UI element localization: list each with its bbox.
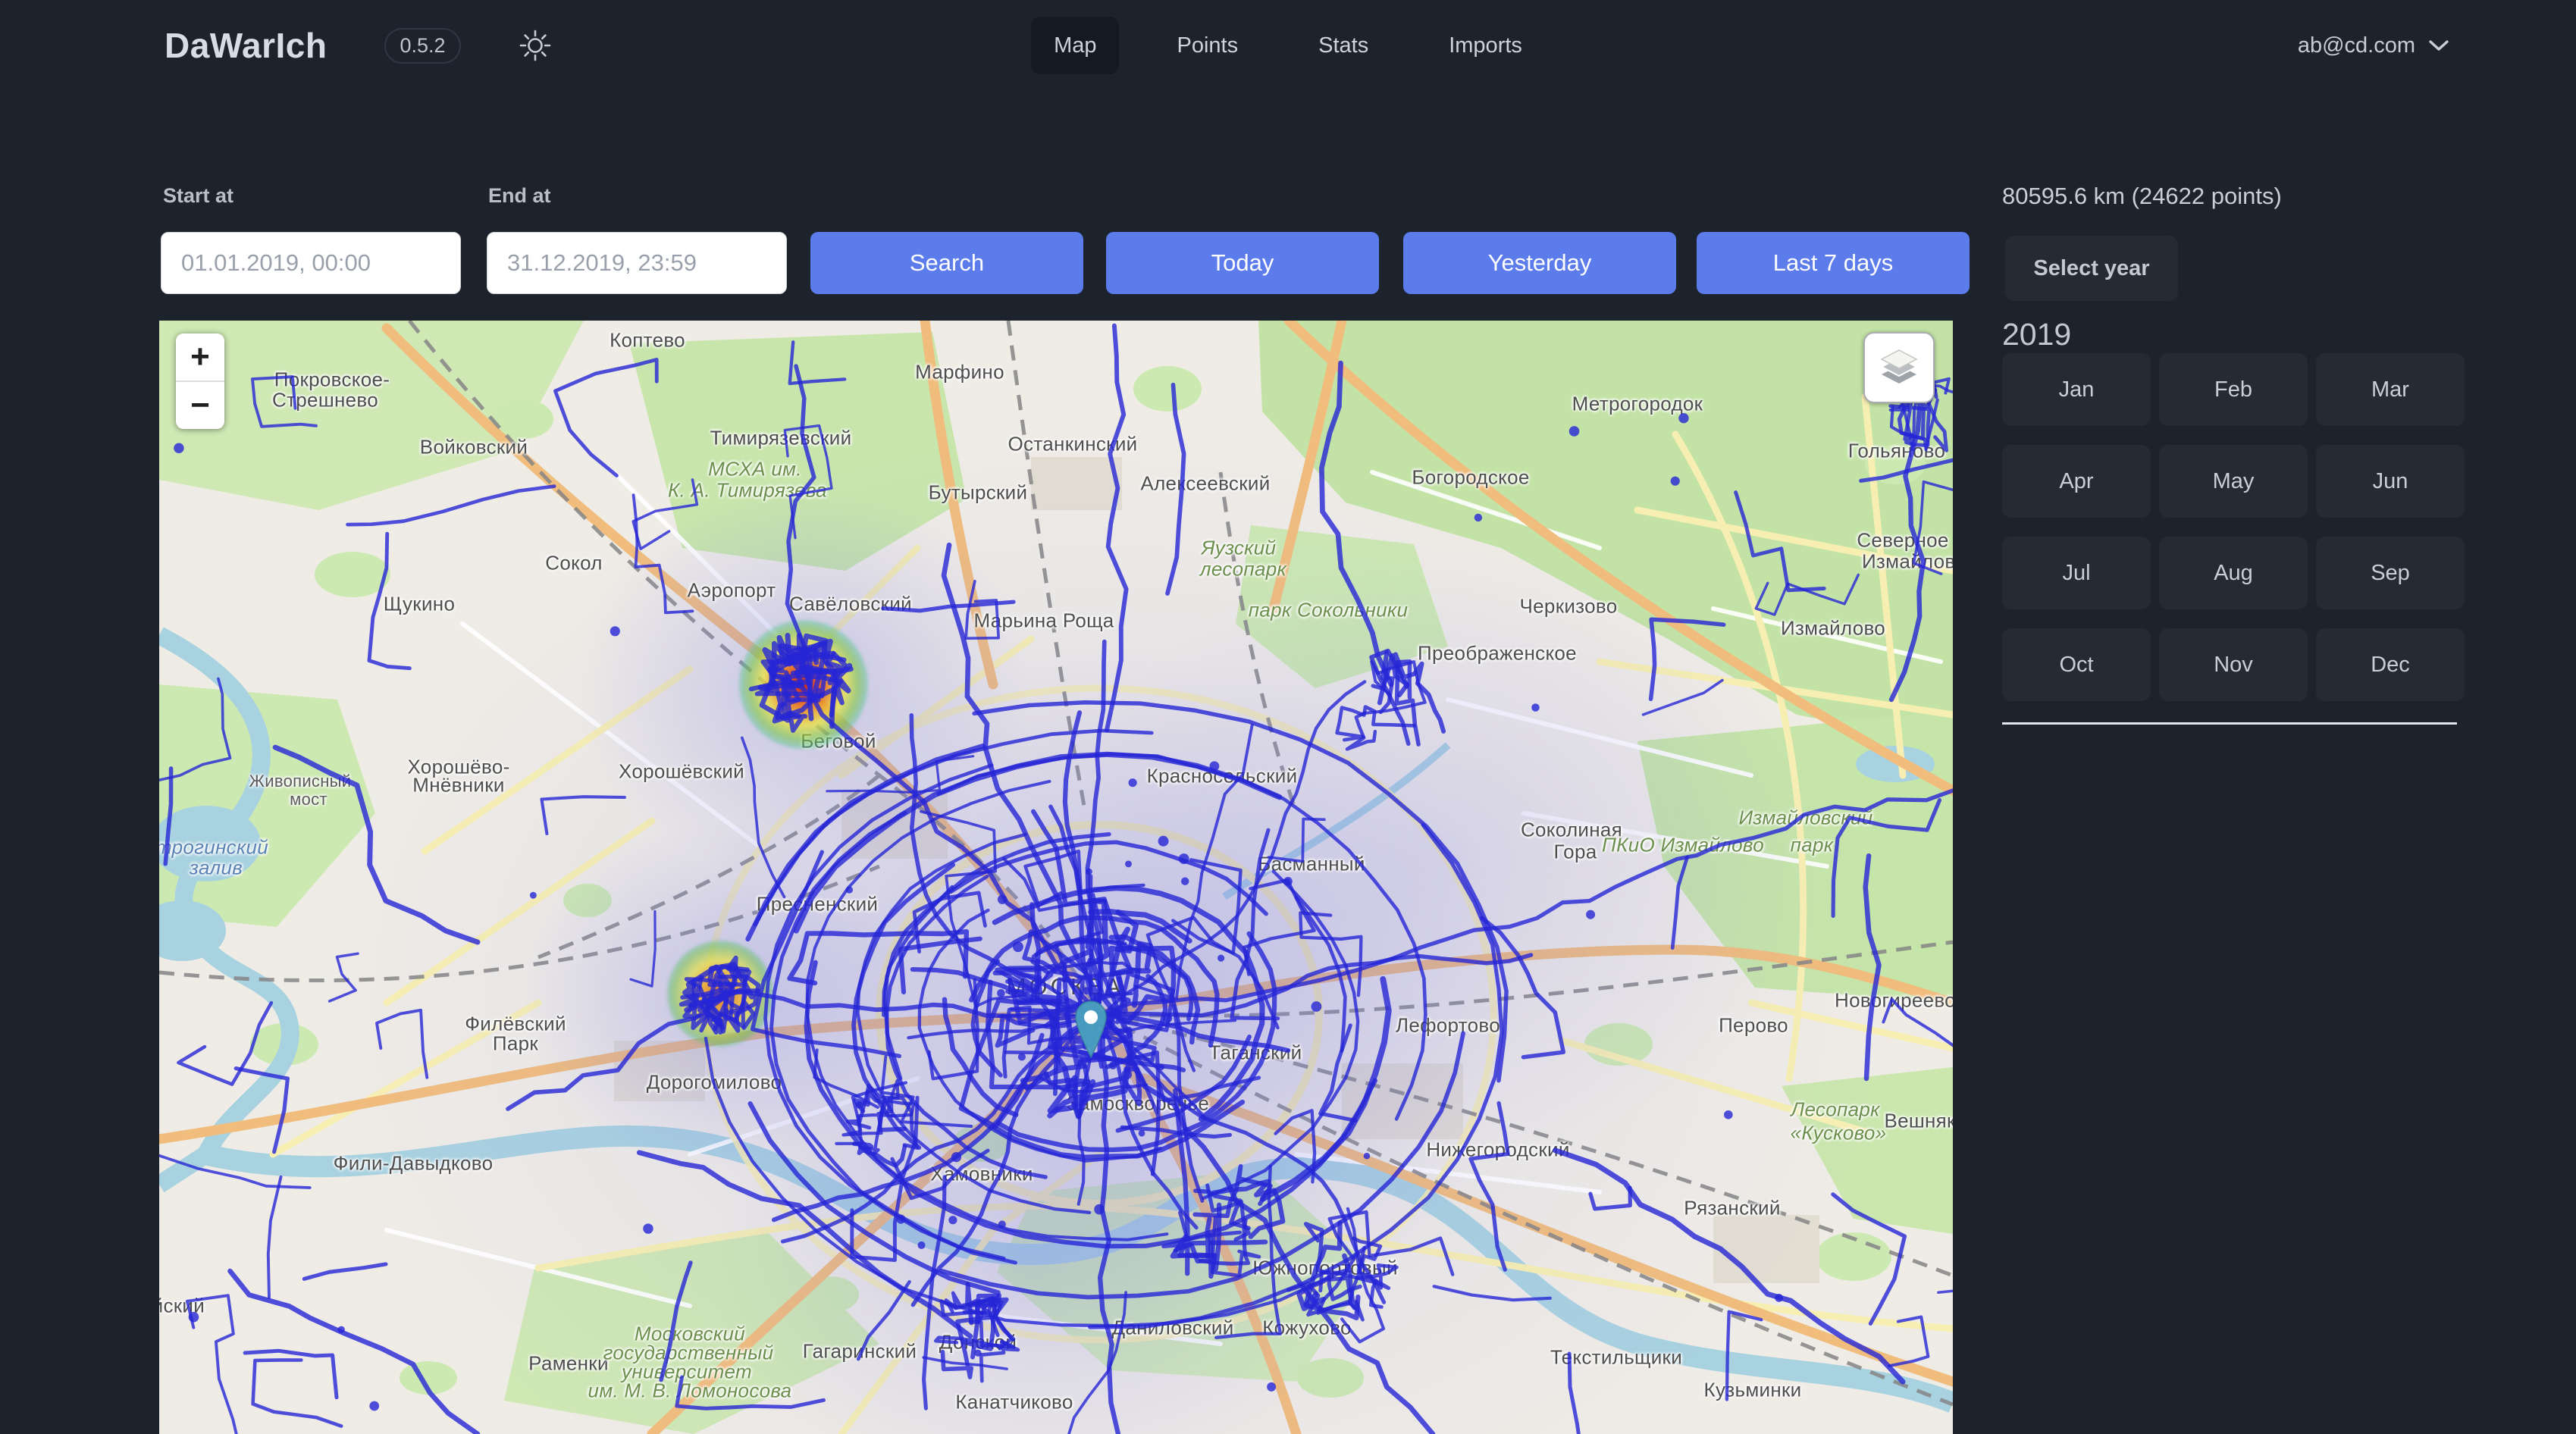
today-button[interactable]: Today xyxy=(1106,232,1379,294)
month-button-apr[interactable]: Apr xyxy=(2002,445,2151,518)
month-grid: JanFebMar AprMayJun JulAugSep OctNovDec xyxy=(2002,353,2465,701)
search-button[interactable]: Search xyxy=(810,232,1083,294)
month-button-aug[interactable]: Aug xyxy=(2159,537,2308,609)
map-marker-pin[interactable] xyxy=(1073,1000,1109,1059)
layers-icon xyxy=(1877,346,1921,390)
nav-item-points[interactable]: Points xyxy=(1155,17,1261,74)
zoom-control: + − xyxy=(176,333,224,429)
month-button-may[interactable]: May xyxy=(2159,445,2308,518)
user-menu[interactable]: ab@cd.com xyxy=(2298,0,2449,91)
distance-summary: 80595.6 km (24622 points) xyxy=(2002,183,2282,210)
chevron-down-icon xyxy=(2429,40,2449,52)
month-button-mar[interactable]: Mar xyxy=(2316,353,2465,426)
zoom-in-button[interactable]: + xyxy=(176,333,224,382)
month-button-jul[interactable]: Jul xyxy=(2002,537,2151,609)
month-button-jun[interactable]: Jun xyxy=(2316,445,2465,518)
user-email: ab@cd.com xyxy=(2298,33,2415,58)
last-7-days-button[interactable]: Last 7 days xyxy=(1697,232,1970,294)
map-container[interactable]: КоптевоМарфиноПокровское-СтрешневоТимиря… xyxy=(159,321,1953,1434)
month-button-sep[interactable]: Sep xyxy=(2316,537,2465,609)
panel-divider xyxy=(2002,722,2457,725)
layers-control[interactable] xyxy=(1863,332,1935,403)
month-button-nov[interactable]: Nov xyxy=(2159,628,2308,701)
app-logo[interactable]: DaWarIch xyxy=(165,25,327,66)
top-bar: DaWarIch 0.5.2 Map Points Stats Imports ab@… xyxy=(0,0,2576,91)
start-at-input[interactable] xyxy=(161,232,461,294)
nav-item-imports[interactable]: Imports xyxy=(1426,17,1545,74)
brand-group: DaWarIch 0.5.2 xyxy=(165,0,552,91)
nav-item-map[interactable]: Map xyxy=(1031,17,1119,74)
zoom-out-button[interactable]: − xyxy=(176,382,224,429)
end-at-label: End at xyxy=(488,184,551,208)
main-nav: Map Points Stats Imports xyxy=(1031,16,1545,75)
track-layer xyxy=(159,321,1953,1434)
month-button-dec[interactable]: Dec xyxy=(2316,628,2465,701)
sun-icon xyxy=(519,29,552,62)
month-button-feb[interactable]: Feb xyxy=(2159,353,2308,426)
end-at-input[interactable] xyxy=(487,232,787,294)
yesterday-button[interactable]: Yesterday xyxy=(1403,232,1676,294)
year-heading: 2019 xyxy=(2002,317,2071,352)
month-button-jan[interactable]: Jan xyxy=(2002,353,2151,426)
version-badge: 0.5.2 xyxy=(384,28,460,64)
nav-item-stats[interactable]: Stats xyxy=(1296,17,1391,74)
dawarich-app: DaWarIch 0.5.2 Map Points Stats Imports ab@… xyxy=(0,0,2576,1434)
select-year-button[interactable]: Select year xyxy=(2005,236,2178,301)
start-at-label: Start at xyxy=(163,184,233,208)
theme-toggle-button[interactable] xyxy=(519,29,552,62)
month-button-oct[interactable]: Oct xyxy=(2002,628,2151,701)
